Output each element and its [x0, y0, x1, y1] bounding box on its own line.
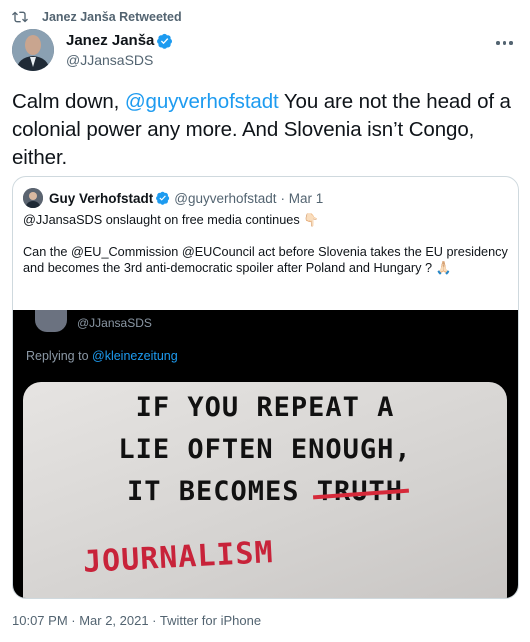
- retweet-indicator[interactable]: Janez Janša Retweeted: [12, 8, 182, 26]
- more-icon[interactable]: [496, 38, 516, 48]
- quoted-author-handle[interactable]: @guyverhofstadt: [174, 191, 276, 206]
- image-handle: @JJansaSDS: [77, 316, 152, 330]
- sign-line-3: IT BECOMES TRUTH: [23, 476, 507, 507]
- quoted-author-avatar[interactable]: [23, 188, 43, 208]
- author-name[interactable]: Janez Janša: [66, 32, 154, 49]
- image-avatar-fragment: [35, 310, 67, 332]
- quoted-author-name[interactable]: Guy Verhofstadt: [49, 191, 153, 206]
- quoted-tweet[interactable]: Guy Verhofstadt @guyverhofstadt · Mar 1 …: [12, 176, 519, 599]
- tweet-text-pre: Calm down,: [12, 90, 125, 113]
- author-handle[interactable]: @JJansaSDS: [66, 52, 173, 68]
- quoted-tweet-header: Guy Verhofstadt @guyverhofstadt · Mar 1: [23, 188, 323, 208]
- sign-line-3-prefix: IT BECOMES: [126, 476, 317, 507]
- quoted-tweet-line1: @JJansaSDS onslaught on free media conti…: [23, 213, 319, 227]
- retweet-label: Janez Janša Retweeted: [42, 10, 182, 24]
- author-avatar[interactable]: [12, 29, 54, 71]
- tweet-mention-link[interactable]: @guyverhofstadt: [125, 90, 279, 113]
- tweet-timestamp-source[interactable]: 10:07 PM · Mar 2, 2021 · Twitter for iPh…: [12, 613, 261, 628]
- sign-struck-word: TRUTH: [312, 476, 410, 507]
- author-info[interactable]: Janez Janša @JJansaSDS: [66, 32, 173, 68]
- sign-line-1: IF YOU REPEAT A: [135, 392, 395, 423]
- quoted-tweet-date[interactable]: · Mar 1: [281, 191, 324, 206]
- sign-board: IF YOU REPEAT A LIE OFTEN ENOUGH, IT BEC…: [23, 382, 507, 598]
- quoted-verified-badge-icon: [156, 191, 170, 205]
- retweet-icon: [12, 11, 28, 23]
- image-replying-to: Replying to @kleinezeitung: [26, 349, 178, 363]
- tweet-text: Calm down, @guyverhofstadt You are not t…: [12, 88, 522, 172]
- sign-line-2: LIE OFTEN ENOUGH,: [118, 434, 412, 465]
- quoted-tweet-line2: Can the @EU_Commission @EUCouncil act be…: [23, 245, 508, 275]
- verified-badge-icon: [157, 33, 173, 49]
- image-replying-mention: @kleinezeitung: [92, 349, 178, 363]
- image-replying-prefix: Replying to: [26, 349, 93, 363]
- quoted-tweet-image[interactable]: @JJansaSDS Replying to @kleinezeitung IF…: [13, 310, 518, 598]
- quoted-tweet-text: @JJansaSDS onslaught on free media conti…: [23, 212, 509, 276]
- sign-correction: JOURNALISM: [82, 535, 275, 580]
